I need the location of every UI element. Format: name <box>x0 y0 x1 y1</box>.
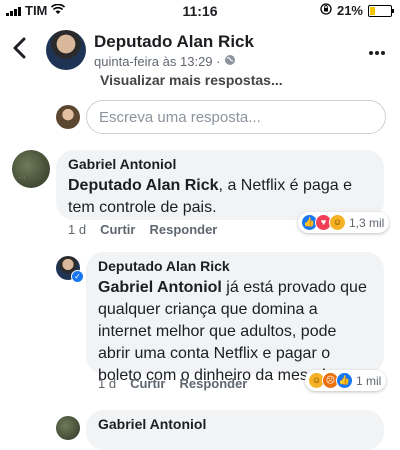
comment-mention[interactable]: Deputado Alan Rick <box>68 177 219 194</box>
reaction-count: 1,3 mil <box>349 215 385 230</box>
globe-icon <box>224 54 236 69</box>
reply-time: 1 d <box>98 376 117 391</box>
commenter-avatar[interactable]: · · · <box>12 150 50 188</box>
comment-author[interactable]: Gabriel Antoniol <box>68 156 372 172</box>
post-header: Deputado Alan Rick quinta-feira às 13:29… <box>0 26 400 76</box>
reply-input[interactable] <box>86 100 386 134</box>
comment-bubble: Gabriel Antoniol Deputado Alan Rick, a N… <box>56 150 384 220</box>
reaction-count: 1 mil <box>356 373 382 388</box>
reply-row <box>0 100 400 136</box>
reaction-summary[interactable]: ☺ ☹ 👍 1 mil <box>305 370 387 391</box>
comment-actions: 1 d Curtir Responder <box>68 222 217 237</box>
battery-fill <box>370 6 375 15</box>
like-button[interactable]: Curtir <box>100 222 135 237</box>
status-bar: TIM 11:16 21% <box>0 0 400 22</box>
current-user-avatar <box>56 105 80 129</box>
more-dots-icon <box>369 51 385 55</box>
reply-bubble: Deputado Alan Rick Gabriel Antoniol já e… <box>86 252 384 384</box>
post-timestamp: quinta-feira às 13:29 · <box>94 54 221 69</box>
view-more-replies-link[interactable]: Visualizar mais respostas... <box>100 72 283 88</box>
like-button[interactable]: Curtir <box>130 376 165 391</box>
reply-button[interactable]: Responder <box>149 222 217 237</box>
more-options-button[interactable] <box>368 36 386 62</box>
reply-author[interactable]: Deputado Alan Rick <box>98 258 372 274</box>
battery-icon <box>368 4 394 17</box>
orientation-lock-icon <box>320 3 332 18</box>
verified-check-icon: ✓ <box>71 270 84 283</box>
like-icon: 👍 <box>336 372 353 389</box>
chevron-left-icon <box>13 37 26 59</box>
commenter-avatar[interactable] <box>56 416 80 440</box>
back-button[interactable] <box>12 36 26 64</box>
reaction-summary[interactable]: 👍 ♥ ☺ 1,3 mil <box>298 212 390 233</box>
post-subtitle: quinta-feira às 13:29 · <box>94 54 236 69</box>
reply-actions: 1 d Curtir Responder <box>98 376 247 391</box>
page-title[interactable]: Deputado Alan Rick <box>94 32 254 52</box>
avatar-caption-icon: · · · <box>19 175 26 180</box>
comment-bubble: Gabriel Antoniol <box>86 410 384 450</box>
battery-percent: 21% <box>336 3 363 18</box>
status-right: 21% <box>320 3 394 18</box>
comment-time: 1 d <box>68 222 87 237</box>
page-avatar[interactable] <box>46 30 86 70</box>
haha-icon: ☺ <box>329 214 346 231</box>
comment-author[interactable]: Gabriel Antoniol <box>98 416 372 432</box>
reply-button[interactable]: Responder <box>179 376 247 391</box>
reply-mention[interactable]: Gabriel Antoniol <box>98 279 222 296</box>
